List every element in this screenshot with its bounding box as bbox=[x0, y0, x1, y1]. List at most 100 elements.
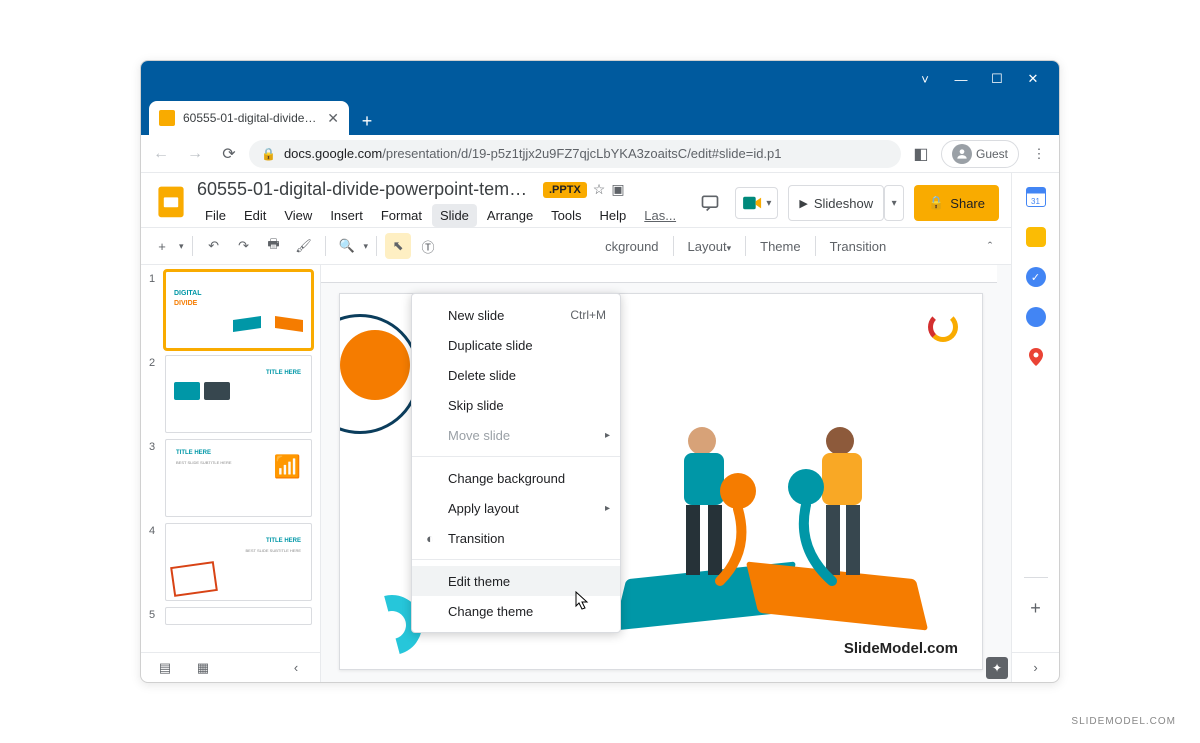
meet-button[interactable]: ▾ bbox=[735, 187, 778, 219]
window-dropdown-icon[interactable]: ˅ bbox=[907, 65, 943, 93]
menu-edit-theme[interactable]: Edit theme bbox=[412, 566, 620, 596]
menu-new-slide[interactable]: New slide Ctrl+M bbox=[412, 300, 620, 330]
star-icon[interactable]: ☆ bbox=[593, 181, 606, 198]
menu-separator bbox=[412, 559, 620, 560]
menu-overflow[interactable]: Las... bbox=[636, 204, 684, 227]
menu-move-slide[interactable]: Move slide bbox=[412, 420, 620, 450]
chevron-down-icon[interactable]: ▾ bbox=[364, 241, 369, 252]
add-addon-icon[interactable]: + bbox=[1026, 598, 1046, 618]
share-button[interactable]: 🔒 Share bbox=[914, 185, 999, 221]
toolbar: + ▾ ↶ ↷ 🖶 🖌 🔍 ▾ ⬉ Ⓣ ckground Lay bbox=[141, 227, 1011, 265]
url-path: /presentation/d/19-p5z1tjjx2u9FZ7qjcLbYK… bbox=[382, 146, 781, 161]
new-slide-button[interactable]: + bbox=[149, 233, 175, 259]
menu-delete-slide[interactable]: Delete slide bbox=[412, 360, 620, 390]
slideshow-dropdown-button[interactable]: ▾ bbox=[884, 185, 904, 221]
toolbar-background[interactable]: ckground bbox=[599, 239, 664, 254]
tasks-icon[interactable]: ✓ bbox=[1026, 267, 1046, 287]
maps-icon[interactable] bbox=[1026, 347, 1046, 367]
undo-button[interactable]: ↶ bbox=[201, 233, 227, 259]
titlebar: ˅ — ☐ ✕ bbox=[141, 61, 1059, 97]
chevron-down-icon[interactable]: ▾ bbox=[179, 241, 184, 252]
menu-apply-layout[interactable]: Apply layout bbox=[412, 493, 620, 523]
nav-forward-button[interactable]: → bbox=[181, 140, 209, 168]
grid-view-icon[interactable]: ▦ bbox=[193, 658, 213, 678]
hide-side-panel-icon[interactable]: › bbox=[1012, 652, 1060, 682]
slide-thumb-3[interactable]: TITLE HERE BEST SLIDE SUBTITLE HERE 📶 bbox=[165, 439, 312, 517]
print-button[interactable]: 🖶 bbox=[261, 233, 287, 259]
nav-back-button[interactable]: ← bbox=[147, 140, 175, 168]
toolbar-theme[interactable]: Theme bbox=[754, 239, 806, 254]
menu-change-theme[interactable]: Change theme bbox=[412, 596, 620, 626]
watermark: SLIDEMODEL.COM bbox=[1071, 716, 1176, 727]
shortcut-label: Ctrl+M bbox=[570, 308, 606, 322]
calendar-icon[interactable]: 31 bbox=[1026, 187, 1046, 207]
menu-skip-slide[interactable]: Skip slide bbox=[412, 390, 620, 420]
slide-thumb-1[interactable]: DIGITAL DIVIDE bbox=[165, 271, 312, 349]
thumbnail-item[interactable]: 1 DIGITAL DIVIDE bbox=[149, 271, 312, 349]
menu-view[interactable]: View bbox=[276, 204, 320, 227]
new-tab-button[interactable]: + bbox=[353, 107, 381, 135]
collapse-panel-icon[interactable]: ‹ bbox=[286, 658, 306, 678]
filmstrip-view-icon[interactable]: ▤ bbox=[155, 658, 175, 678]
person-left-illustration bbox=[650, 421, 770, 601]
slide-thumb-4[interactable]: TITLE HERE BEST SLIDE SUBTITLE HERE bbox=[165, 523, 312, 601]
move-icon[interactable]: ▣ bbox=[611, 181, 624, 198]
browser-tab[interactable]: 60555-01-digital-divide-powerpo ✕ bbox=[149, 101, 349, 135]
window-close-icon[interactable]: ✕ bbox=[1015, 65, 1051, 93]
canvas-footer-text: SlideModel.com bbox=[844, 640, 958, 657]
url-field[interactable]: 🔒 docs.google.com/presentation/d/19-p5z1… bbox=[249, 140, 901, 168]
slide-thumb-5[interactable] bbox=[165, 607, 312, 625]
document-title[interactable]: 60555-01-digital-divide-powerpoint-templ… bbox=[197, 179, 537, 200]
play-icon: ▶ bbox=[799, 197, 807, 210]
paint-format-button[interactable]: 🖌 bbox=[291, 233, 317, 259]
slide-number: 2 bbox=[149, 355, 159, 433]
menu-insert[interactable]: Insert bbox=[322, 204, 371, 227]
browser-menu-icon[interactable]: ⋮ bbox=[1025, 140, 1053, 168]
thumbnail-item[interactable]: 2 TITLE HERE bbox=[149, 355, 312, 433]
thumbnail-item[interactable]: 4 TITLE HERE BEST SLIDE SUBTITLE HERE bbox=[149, 523, 312, 601]
thumbnail-panel: 1 DIGITAL DIVIDE bbox=[141, 265, 321, 652]
explore-button[interactable]: ✦ bbox=[986, 657, 1008, 679]
thumbnail-item[interactable]: 5 bbox=[149, 607, 312, 625]
zoom-button[interactable]: 🔍 bbox=[334, 233, 360, 259]
menu-change-background[interactable]: Change background bbox=[412, 463, 620, 493]
window-maximize-icon[interactable]: ☐ bbox=[979, 65, 1015, 93]
collapse-toolbar-icon[interactable]: ˆ bbox=[977, 233, 1003, 259]
menu-slide[interactable]: Slide bbox=[432, 204, 477, 227]
menu-duplicate-slide[interactable]: Duplicate slide bbox=[412, 330, 620, 360]
menu-arrange[interactable]: Arrange bbox=[479, 204, 541, 227]
avatar-icon bbox=[952, 144, 972, 164]
tab-close-icon[interactable]: ✕ bbox=[327, 110, 339, 127]
toolbar-layout[interactable]: Layout▾ bbox=[682, 239, 738, 254]
slides-logo-icon[interactable] bbox=[153, 183, 189, 219]
menu-edit[interactable]: Edit bbox=[236, 204, 274, 227]
menu-tools[interactable]: Tools bbox=[543, 204, 589, 227]
menu-file[interactable]: File bbox=[197, 204, 234, 227]
tab-title: 60555-01-digital-divide-powerpo bbox=[183, 111, 319, 125]
side-panel-toggle-icon[interactable]: ◧ bbox=[907, 140, 935, 168]
menu-help[interactable]: Help bbox=[592, 204, 635, 227]
slide-menu-dropdown: New slide Ctrl+M Duplicate slide Delete … bbox=[411, 293, 621, 633]
menu-format[interactable]: Format bbox=[373, 204, 430, 227]
redo-button[interactable]: ↷ bbox=[231, 233, 257, 259]
window-minimize-icon[interactable]: — bbox=[943, 65, 979, 93]
textbox-tool[interactable]: Ⓣ bbox=[415, 233, 441, 259]
share-label: Share bbox=[950, 196, 985, 211]
format-badge: .PPTX bbox=[543, 182, 587, 198]
menu-separator bbox=[412, 456, 620, 457]
comments-icon[interactable] bbox=[695, 188, 725, 218]
nav-reload-button[interactable]: ⟳ bbox=[215, 140, 243, 168]
contacts-icon[interactable] bbox=[1026, 307, 1046, 327]
select-tool[interactable]: ⬉ bbox=[385, 233, 411, 259]
slideshow-button[interactable]: ▶ Slideshow bbox=[788, 185, 884, 221]
keep-icon[interactable] bbox=[1026, 227, 1046, 247]
slide-number: 3 bbox=[149, 439, 159, 517]
slideshow-label: Slideshow bbox=[814, 196, 873, 211]
thumbnail-item[interactable]: 3 TITLE HERE BEST SLIDE SUBTITLE HERE 📶 bbox=[149, 439, 312, 517]
slide-thumb-2[interactable]: TITLE HERE bbox=[165, 355, 312, 433]
toolbar-transition[interactable]: Transition bbox=[824, 239, 893, 254]
menu-transition[interactable]: ◐ Transition bbox=[412, 523, 620, 553]
profile-chip[interactable]: Guest bbox=[941, 140, 1019, 168]
browser-window: ˅ — ☐ ✕ 60555-01-digital-divide-powerpo … bbox=[140, 60, 1060, 683]
slide-number: 4 bbox=[149, 523, 159, 601]
